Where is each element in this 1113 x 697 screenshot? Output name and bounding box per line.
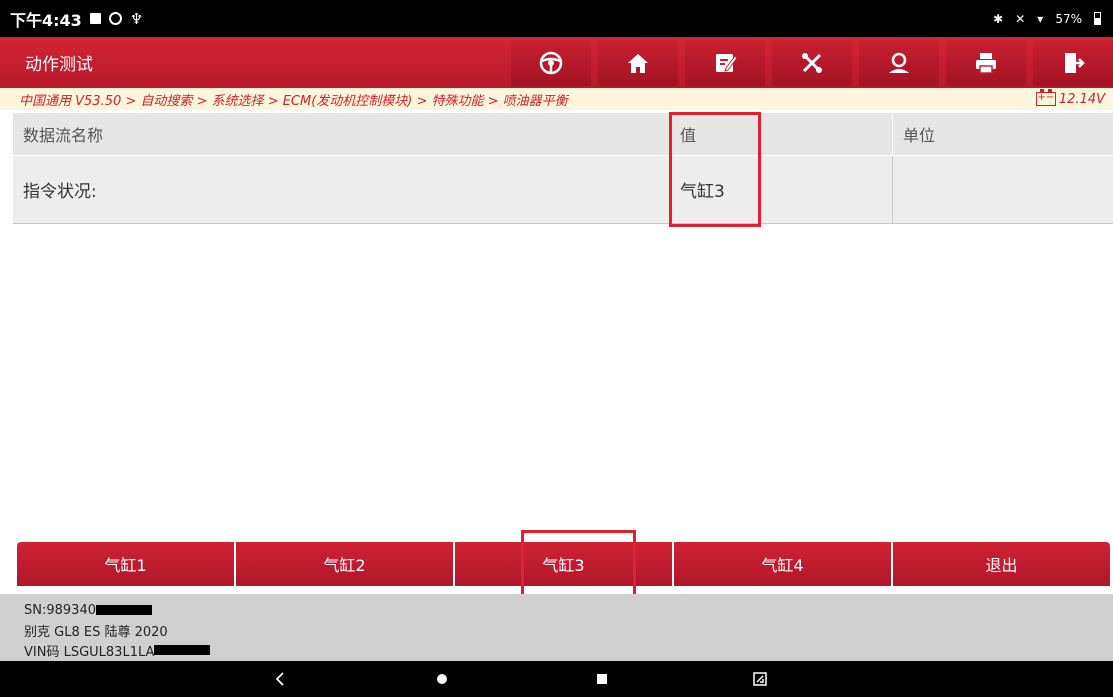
- redaction-block: [95, 605, 152, 615]
- voltage-indicator: +− 12.14V: [1035, 89, 1105, 107]
- navigation-bar: [0, 661, 1113, 697]
- steering-wheel-icon: [539, 51, 563, 74]
- header-unit: 单位: [892, 113, 1113, 155]
- usb-debug-icon: ♆: [129, 9, 144, 28]
- recents-button[interactable]: [572, 661, 632, 697]
- title-bar: 动作测试: [0, 37, 1113, 88]
- cylinder-1-button[interactable]: 气缸1: [17, 542, 236, 586]
- voltage-value: 12.14V: [1058, 91, 1105, 107]
- status-bar: 下午4:43 ♆ ✱ ✕ ▾ 57%: [0, 0, 1113, 37]
- data-stream-table: 数据流名称 值 单位 指令状况: 气缸3: [13, 113, 1113, 224]
- print-button[interactable]: [946, 39, 1026, 86]
- steering-wheel-button[interactable]: [511, 39, 591, 86]
- user-icon: [889, 52, 909, 73]
- exit-button[interactable]: [1033, 39, 1113, 86]
- report-button[interactable]: [685, 39, 765, 86]
- report-icon: [716, 53, 738, 72]
- serial-number: SN:989340: [24, 602, 96, 618]
- recents-icon: [597, 674, 607, 684]
- vin-line: VIN码 LSGUL83L1LA: [24, 640, 1113, 660]
- exit-function-button[interactable]: 退出: [893, 542, 1110, 586]
- notification-icon: [89, 13, 101, 24]
- screenshot-button[interactable]: [730, 661, 790, 697]
- user-button[interactable]: [859, 39, 939, 86]
- car-battery-icon: +−: [1035, 89, 1056, 106]
- exit-icon: [1065, 52, 1085, 73]
- vehicle-line: 别克 GL8 ES 陆尊 2020: [24, 620, 1113, 640]
- battery-icon: [1094, 12, 1101, 25]
- cylinder-2-button[interactable]: 气缸2: [236, 542, 455, 586]
- app-root: 下午4:43 ♆ ✱ ✕ ▾ 57% 动作测试 中国通用 V53.50 > 自动…: [0, 0, 1113, 697]
- status-time: 下午4:43: [10, 10, 82, 30]
- redaction-block: [154, 645, 211, 655]
- vehicle-model: 别克 GL8 ES 陆尊 2020: [24, 624, 168, 640]
- row-unit: [892, 156, 1113, 223]
- battery-percent: 57%: [1055, 11, 1082, 26]
- toolbar: [511, 37, 1113, 88]
- serial-number-line: SN:989340: [24, 600, 1113, 620]
- value-column-highlight: [669, 112, 761, 227]
- back-button[interactable]: [250, 661, 310, 697]
- home-button[interactable]: [598, 39, 678, 86]
- device-info: SN:989340 别克 GL8 ES 陆尊 2020 VIN码 LSGUL83…: [0, 594, 1113, 661]
- cylinder-3-highlight: [521, 530, 636, 597]
- vin-number: VIN码 LSGUL83L1LA: [24, 644, 155, 660]
- home-icon: [628, 53, 648, 73]
- breadcrumb-bar: 中国通用 V53.50 > 自动搜索 > 系统选择 > ECM(发动机控制模块)…: [0, 88, 1113, 110]
- table-row[interactable]: 指令状况: 气缸3: [13, 156, 1113, 224]
- screenshot-icon: [753, 672, 767, 686]
- mute-icon: ✕: [1015, 11, 1026, 26]
- bluetooth-icon: ✱: [993, 11, 1004, 26]
- cylinder-4-button[interactable]: 气缸4: [674, 542, 893, 586]
- app-notification-icon: [108, 12, 122, 25]
- header-name: 数据流名称: [23, 126, 104, 145]
- tools-button[interactable]: [772, 39, 852, 86]
- table-header: 数据流名称 值 单位: [13, 113, 1113, 156]
- tools-icon: [802, 52, 822, 73]
- row-name: 指令状况:: [23, 182, 97, 202]
- back-icon: [275, 672, 284, 686]
- home-nav-icon: [437, 674, 447, 684]
- print-icon: [976, 52, 996, 74]
- wifi-icon: ▾: [1037, 11, 1044, 26]
- breadcrumb: 中国通用 V53.50 > 自动搜索 > 系统选择 > ECM(发动机控制模块)…: [19, 93, 568, 109]
- page-title: 动作测试: [25, 55, 93, 75]
- home-nav-button[interactable]: [412, 661, 472, 697]
